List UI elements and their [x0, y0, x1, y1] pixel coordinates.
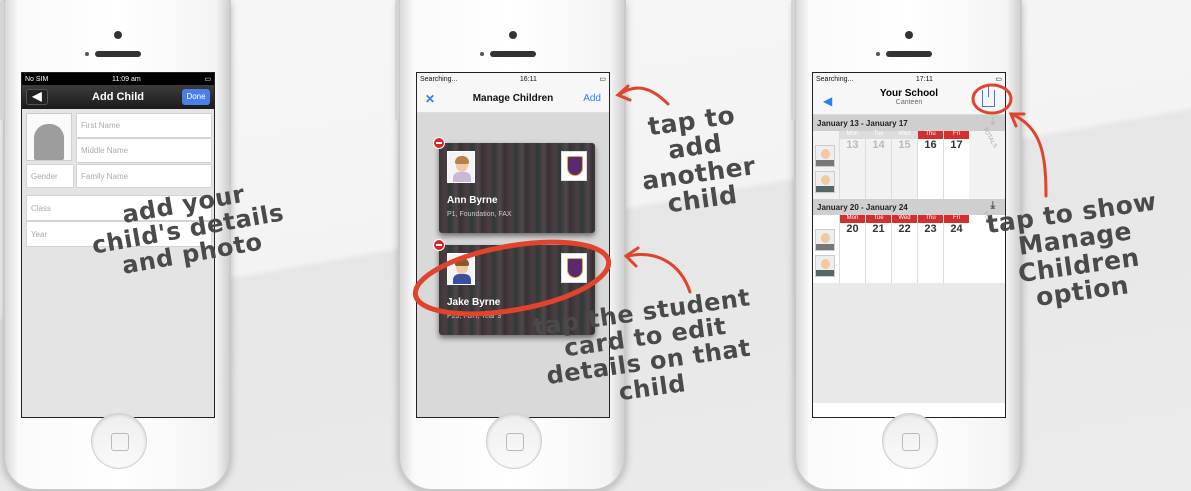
- share-icon[interactable]: [982, 85, 995, 107]
- clock: 11:09 am: [112, 75, 141, 83]
- day-column[interactable]: Thu 16: [917, 131, 943, 199]
- speaker: [886, 51, 932, 57]
- clock: 16:11: [519, 75, 537, 83]
- school-name: Your School: [879, 88, 939, 99]
- day-column[interactable]: Wed 22: [891, 215, 917, 283]
- week-grid: Mon 13 Tue 14 Wed 15 Thu 16 Fri 17 TOTALS: [813, 127, 1005, 199]
- week-range: January 20 - January 24: [817, 202, 908, 212]
- week-range: January 13 - January 17: [817, 118, 908, 128]
- carrier-label: No SIM: [25, 75, 49, 83]
- photo-picker[interactable]: [26, 113, 72, 161]
- download-icon[interactable]: ⤓: [991, 116, 995, 127]
- status-bar: Searching... 17:11 ▭: [813, 73, 1005, 85]
- back-button[interactable]: ◀: [26, 89, 48, 105]
- student-card[interactable]: Ann Byrne P1, Foundation, FAX: [439, 143, 595, 233]
- child-photo: [447, 151, 475, 183]
- camera: [509, 31, 517, 39]
- family-name-field[interactable]: Family Name: [76, 164, 212, 188]
- gender-field[interactable]: Gender: [26, 164, 74, 188]
- day-column[interactable]: Thu 23: [917, 215, 943, 283]
- battery-icon: ▭: [204, 76, 211, 83]
- school-crest-icon: [561, 253, 587, 283]
- navbar: ◀ Your School Canteen: [813, 85, 1005, 115]
- child-avatar: [815, 229, 835, 251]
- sensor: [480, 52, 484, 56]
- page-title: Manage Children: [472, 93, 554, 104]
- day-column[interactable]: Fri 24: [943, 215, 969, 283]
- navbar: ✕ Manage Children Add: [417, 85, 609, 113]
- status-bar: No SIM 11:09 am ▭: [22, 73, 214, 85]
- phone-manage-children: Searching... 16:11 ▭ ✕ Manage Children A…: [395, 0, 626, 491]
- child-name: Ann Byrne: [447, 195, 498, 206]
- day-column: Mon 13: [839, 131, 865, 199]
- status-bar: Searching... 16:11 ▭: [417, 73, 609, 85]
- camera: [114, 31, 122, 39]
- day-column: Tue 14: [865, 131, 891, 199]
- empty-area: [813, 283, 1005, 403]
- back-arrow-icon: ◀: [32, 89, 42, 103]
- delete-icon[interactable]: [433, 239, 445, 251]
- home-button[interactable]: [882, 413, 938, 469]
- speaker: [95, 51, 141, 57]
- done-button[interactable]: Done: [182, 89, 210, 105]
- school-subtitle: Canteen: [895, 99, 923, 106]
- school-crest-icon: [561, 151, 587, 181]
- first-name-field[interactable]: First Name: [76, 113, 212, 138]
- battery-icon: ▭: [995, 76, 1002, 83]
- sensor: [85, 52, 89, 56]
- child-avatar: [815, 171, 835, 193]
- battery-icon: ▭: [599, 76, 606, 83]
- day-column[interactable]: Tue 21: [865, 215, 891, 283]
- home-button[interactable]: [91, 413, 147, 469]
- child-details: P1, Foundation, FAX: [447, 211, 512, 218]
- child-avatar: [815, 255, 835, 277]
- carrier-label: Searching...: [420, 75, 458, 83]
- day-column[interactable]: Fri 17: [943, 131, 969, 199]
- sensor: [876, 52, 880, 56]
- carrier-label: Searching...: [816, 75, 854, 83]
- child-details: P23, FBH, Year 3: [447, 313, 502, 320]
- totals-label: TOTALS: [981, 126, 998, 150]
- delete-icon[interactable]: [433, 137, 445, 149]
- back-arrow-icon[interactable]: ◀: [823, 94, 832, 108]
- home-button[interactable]: [486, 413, 542, 469]
- page-title: Add Child: [92, 91, 144, 103]
- add-child-button[interactable]: Add: [583, 93, 601, 104]
- child-photo: [447, 253, 475, 285]
- child-avatar: [815, 145, 835, 167]
- week-header: January 13 - January 17 ⤓: [813, 115, 1005, 131]
- annotation-add-child: tap to add another child: [640, 100, 758, 219]
- child-name: Jake Byrne: [447, 297, 501, 308]
- clock: 17:11: [915, 75, 933, 83]
- close-icon[interactable]: ✕: [425, 92, 435, 106]
- day-column: Wed 15: [891, 131, 917, 199]
- camera: [905, 31, 913, 39]
- day-column[interactable]: Mon 20: [839, 215, 865, 283]
- middle-name-field[interactable]: Middle Name: [76, 138, 212, 163]
- avatar-placeholder-icon: [34, 124, 64, 160]
- navbar: ◀ Add Child Done: [22, 85, 214, 109]
- speaker: [490, 51, 536, 57]
